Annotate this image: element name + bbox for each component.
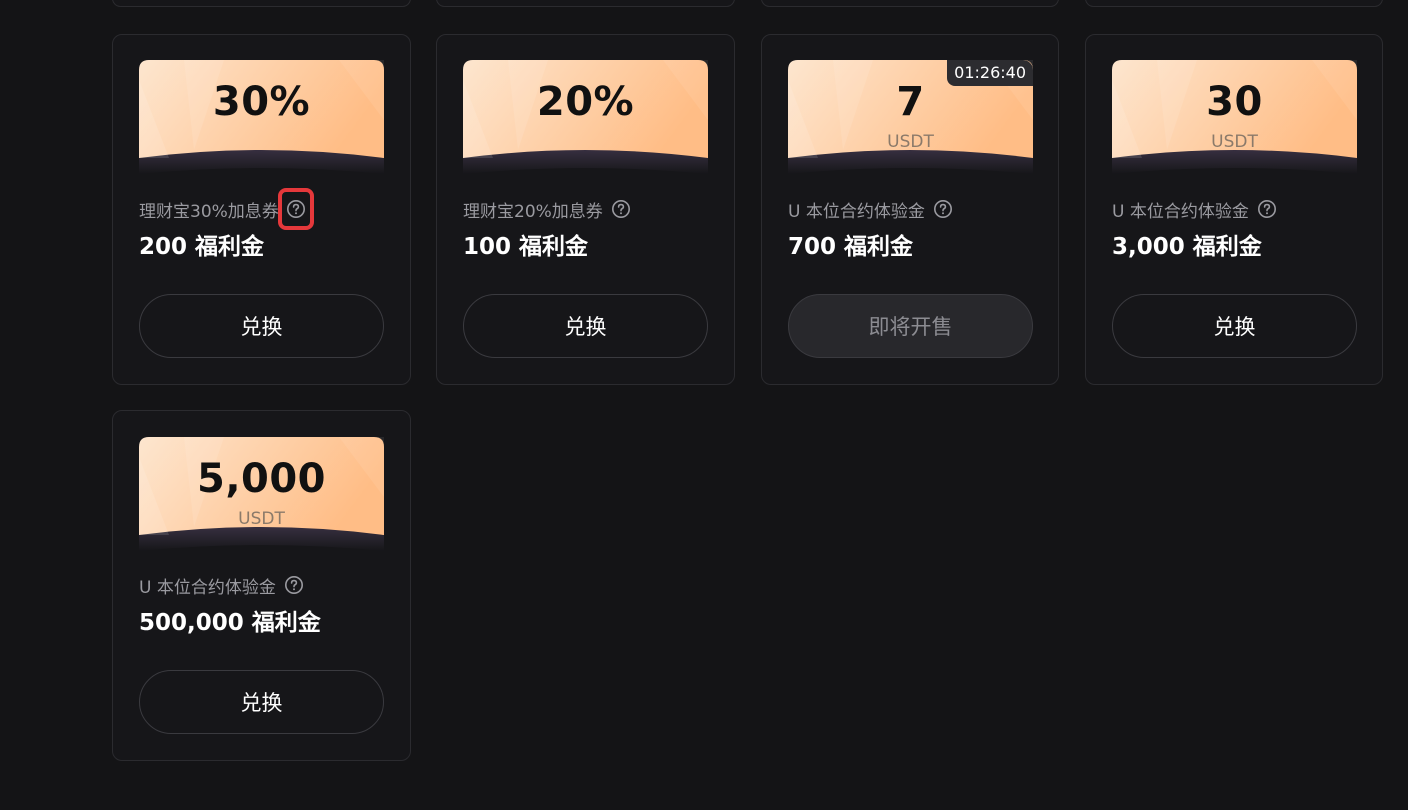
redeem-button[interactable]: 兑换 xyxy=(139,670,384,734)
card-previous-row xyxy=(436,0,735,7)
reward-card: 5,000 USDT U 本位合约体验金 500,000 福利金 兑换 xyxy=(112,410,411,761)
card-title-row: U 本位合约体验金 xyxy=(139,574,304,598)
card-title: U 本位合约体验金 xyxy=(1112,201,1249,222)
ticket-value: 5,000 xyxy=(196,456,327,502)
redeem-button[interactable]: 兑换 xyxy=(463,294,708,358)
card-previous-row xyxy=(1085,0,1383,7)
ticket-value: 20% xyxy=(536,79,635,125)
reward-card: 30 USDT U 本位合约体验金 3,000 福利金 兑换 xyxy=(1085,34,1383,385)
card-price: 200 福利金 xyxy=(139,234,265,260)
ticket-banner: 30% xyxy=(139,60,384,174)
question-circle-icon[interactable] xyxy=(284,575,304,595)
card-price: 700 福利金 xyxy=(788,234,914,260)
ticket-unit: USDT xyxy=(238,509,285,529)
ticket-unit: USDT xyxy=(887,132,934,152)
ticket-value: 30 xyxy=(1206,79,1263,125)
card-price: 500,000 福利金 xyxy=(139,610,321,636)
question-circle-icon[interactable] xyxy=(611,199,631,219)
ticket-banner: 7 USDT 01:26:40 xyxy=(788,60,1033,174)
ticket-banner: 30 USDT xyxy=(1112,60,1357,174)
coming-soon-button: 即将开售 xyxy=(788,294,1033,358)
redeem-button[interactable]: 兑换 xyxy=(139,294,384,358)
card-previous-row xyxy=(112,0,411,7)
card-title: 理财宝20%加息券 xyxy=(463,201,603,222)
card-title-row: 理财宝20%加息券 xyxy=(463,198,631,222)
question-circle-icon[interactable] xyxy=(1257,199,1277,219)
reward-card: 20% 理财宝20%加息券 100 福利金 兑换 xyxy=(436,34,735,385)
ticket-value: 30% xyxy=(212,79,311,125)
card-title-row: 理财宝30%加息券 xyxy=(139,188,314,230)
question-circle-icon[interactable] xyxy=(277,188,314,230)
card-title: 理财宝30%加息券 xyxy=(139,201,279,222)
card-price: 100 福利金 xyxy=(463,234,589,260)
redeem-button[interactable]: 兑换 xyxy=(1112,294,1357,358)
ticket-unit: USDT xyxy=(1211,132,1258,152)
question-circle-icon[interactable] xyxy=(933,199,953,219)
card-price: 3,000 福利金 xyxy=(1112,234,1262,260)
card-title: U 本位合约体验金 xyxy=(788,201,925,222)
countdown-timer: 01:26:40 xyxy=(947,60,1033,86)
reward-card: 7 USDT 01:26:40 U 本位合约体验金 700 福利金 即将开售 xyxy=(761,34,1059,385)
card-title-row: U 本位合约体验金 xyxy=(788,198,953,222)
card-previous-row xyxy=(761,0,1059,7)
rewards-grid: 30% 理财宝30%加息券 200 福利金 兑换 20% 理财宝20%加息券 1… xyxy=(0,0,1408,810)
ticket-banner: 20% xyxy=(463,60,708,174)
card-title: U 本位合约体验金 xyxy=(139,577,276,598)
reward-card: 30% 理财宝30%加息券 200 福利金 兑换 xyxy=(112,34,411,385)
card-title-row: U 本位合约体验金 xyxy=(1112,198,1277,222)
ticket-banner: 5,000 USDT xyxy=(139,437,384,551)
